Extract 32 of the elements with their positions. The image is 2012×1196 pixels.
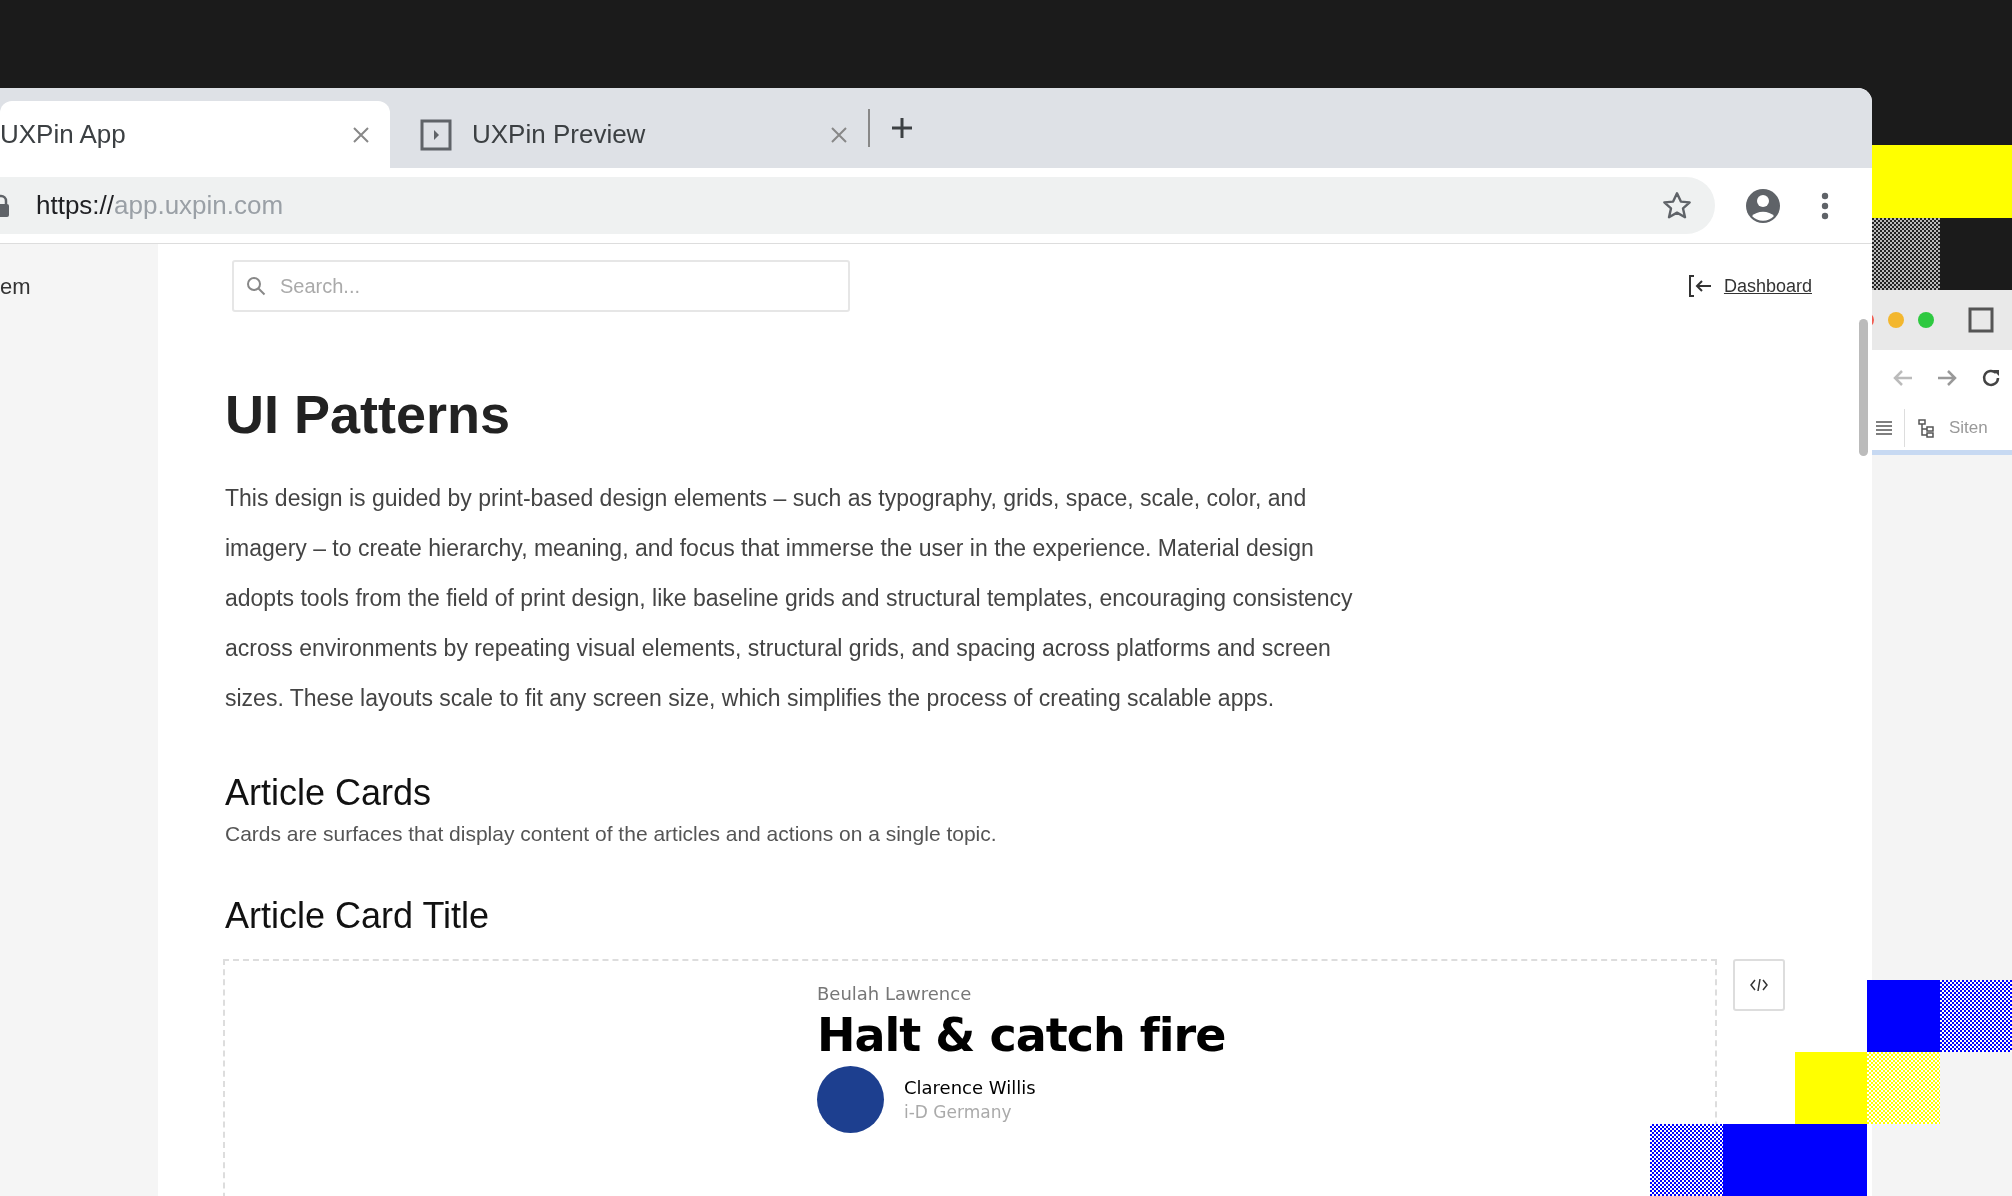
search-icon [246, 276, 266, 296]
section-heading: Article Cards [225, 770, 433, 814]
sitemap-icon[interactable] [1917, 417, 1937, 438]
page-title: UI Patterns [225, 383, 512, 446]
search-field[interactable]: Search... [232, 260, 850, 312]
list-icon[interactable] [1876, 420, 1892, 435]
scrollbar[interactable] [1859, 319, 1868, 456]
maximize-dot[interactable] [1918, 312, 1934, 328]
code-icon [1750, 978, 1768, 993]
code-button[interactable] [1733, 959, 1785, 1012]
sidebar-item[interactable]: em [0, 274, 158, 300]
menu-icon[interactable] [1821, 191, 1829, 220]
close-icon[interactable] [352, 125, 370, 144]
square-icon[interactable] [1968, 307, 1994, 333]
exit-arrow-icon [1687, 275, 1712, 297]
card-author: Beulah Lawrence [817, 983, 973, 1005]
plus-icon[interactable] [890, 116, 914, 140]
account-icon[interactable] [1745, 187, 1781, 224]
minimize-dot[interactable] [1888, 312, 1904, 328]
close-icon[interactable] [830, 125, 848, 144]
browser-tab[interactable]: UXPin App [0, 101, 390, 168]
decor-block [1940, 980, 2012, 1052]
byline-name: Clarence Willis [904, 1077, 1036, 1099]
section-description: Cards are surfaces that display content of the articles and actions on a single topic. [225, 822, 998, 846]
address-bar[interactable]: https://app.uxpin.com [0, 177, 1715, 234]
url-text: https://app.uxpin.com [36, 190, 285, 221]
card-headline: Halt & catch fire [817, 1008, 1227, 1063]
browser-tab[interactable]: UXPin Preview [390, 101, 868, 168]
example-heading: Article Card Title [225, 894, 491, 938]
intro-paragraph: This design is guided by print-based design elements – such as typography, grids, space, scale, color, and imagery – to create hierarchy, meaning, and focus that immerse the user in the experience. Material design adopts tools from the field of print design, like baseline grids and structural templates, encouraging consistency across environments by repeating visual elements, structural grids, and spacing across platforms and screen sizes. These layouts scale to fit any screen size, which simplifies the process of creating scalable apps. [225, 483, 1354, 713]
byline-source: i-D Germany [904, 1102, 1013, 1123]
dashboard-link[interactable]: Dashboard [1723, 275, 1812, 297]
